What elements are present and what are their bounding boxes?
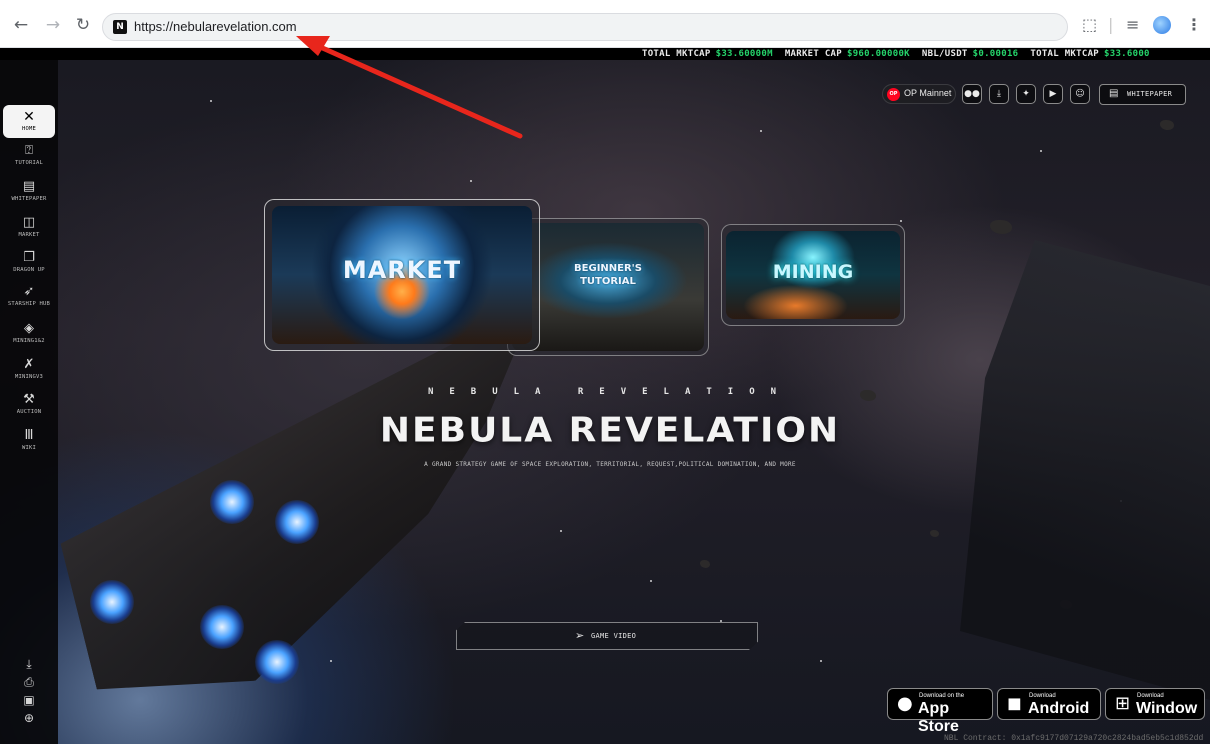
annotation-arrow-head [296,36,330,56]
annotation-arrow-shaft [315,43,523,139]
annotation-arrow [296,36,523,139]
